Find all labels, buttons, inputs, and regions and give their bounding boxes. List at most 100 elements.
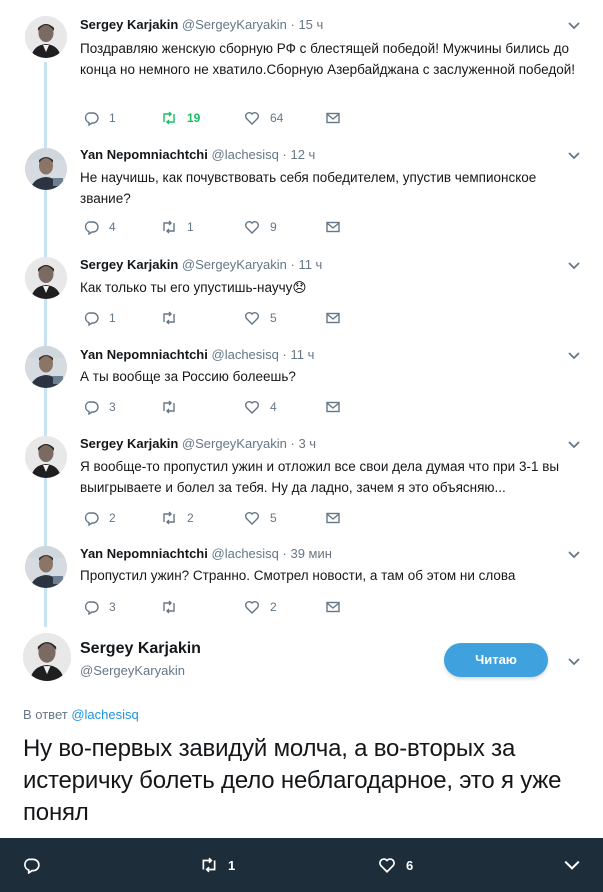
- avatar[interactable]: [25, 257, 67, 299]
- author-name[interactable]: Sergey Karjakin: [80, 257, 178, 272]
- reply-button[interactable]: [22, 838, 50, 892]
- author-name[interactable]: Sergey Karjakin: [80, 17, 178, 32]
- reply-icon: [84, 601, 99, 615]
- tweet-text: Поздравляю женскую сборную РФ с блестяще…: [80, 41, 576, 77]
- retweet-button[interactable]: 1: [200, 838, 235, 892]
- author-handle[interactable]: @lachesisq: [212, 147, 279, 162]
- retweet-icon: [163, 511, 175, 525]
- retweet-button[interactable]: [161, 310, 187, 326]
- envelope-icon: [326, 112, 340, 124]
- avatar[interactable]: [25, 16, 67, 58]
- dm-button[interactable]: [325, 399, 351, 415]
- author-handle[interactable]: @lachesisq: [212, 347, 279, 362]
- main-tweet-text: Ну во-первых завидуй молча, а во-вторых …: [23, 735, 562, 826]
- author-name[interactable]: Yan Nepomniachtchi: [80, 147, 208, 162]
- like-button[interactable]: 5: [244, 310, 277, 326]
- dm-button[interactable]: [325, 510, 351, 526]
- main-author-name[interactable]: Sergey Karjakin: [80, 640, 201, 658]
- author-name[interactable]: Yan Nepomniachtchi: [80, 347, 208, 362]
- like-button[interactable]: 2: [244, 599, 277, 615]
- reply-button[interactable]: 3: [83, 599, 116, 615]
- retweet-icon: [163, 220, 175, 234]
- avatar[interactable]: [25, 148, 67, 190]
- like-button[interactable]: 5: [244, 510, 277, 526]
- tweet-text: Я вообще-то пропустил ужин и отложил все…: [80, 459, 560, 495]
- tweet-time[interactable]: 3 ч: [298, 436, 316, 451]
- tweet[interactable]: Sergey Karjakin @SergeyKaryakin · 15 ч П…: [0, 0, 603, 142]
- reply-button[interactable]: 1: [83, 310, 116, 326]
- reply-count: 2: [109, 511, 116, 525]
- retweet-count: 2: [187, 511, 194, 525]
- reply-button[interactable]: 2: [83, 510, 116, 526]
- tweet-text: Не научишь, как почувствовать себя побед…: [80, 170, 537, 206]
- author-handle[interactable]: @lachesisq: [212, 546, 279, 561]
- reply-prefix: В ответ: [23, 707, 68, 722]
- dm-button[interactable]: [325, 110, 351, 126]
- tweet-header: Sergey Karjakin @SergeyKaryakin · 3 ч: [80, 436, 316, 451]
- tweet-text: А ты вообще за Россию болеешь?: [80, 369, 296, 384]
- reply-to-link[interactable]: @lachesisq: [71, 707, 138, 722]
- reply-icon: [84, 401, 99, 415]
- author-handle[interactable]: @SergeyKaryakin: [182, 17, 287, 32]
- retweet-icon: [163, 311, 175, 325]
- tweet-time[interactable]: 39 мин: [290, 546, 331, 561]
- chevron-down-icon[interactable]: [567, 258, 581, 272]
- tweet-time[interactable]: 12 ч: [290, 147, 315, 162]
- tweet-header: Yan Nepomniachtchi @lachesisq · 39 мин: [80, 546, 332, 561]
- retweet-button[interactable]: [161, 399, 187, 415]
- following-button[interactable]: Читаю: [444, 643, 548, 677]
- like-button[interactable]: 4: [244, 399, 277, 415]
- author-handle[interactable]: @SergeyKaryakin: [182, 436, 287, 451]
- heart-icon: [245, 401, 259, 414]
- author-name[interactable]: Sergey Karjakin: [80, 436, 178, 451]
- tweet-header: Sergey Karjakin @SergeyKaryakin · 11 ч: [80, 257, 322, 272]
- chevron-down-icon[interactable]: [567, 654, 581, 668]
- dm-button[interactable]: [325, 219, 351, 235]
- more-button[interactable]: [563, 838, 591, 892]
- author-name[interactable]: Yan Nepomniachtchi: [80, 546, 208, 561]
- author-handle[interactable]: @SergeyKaryakin: [182, 257, 287, 272]
- avatar[interactable]: [23, 633, 71, 681]
- reply-button[interactable]: 1: [83, 110, 116, 126]
- main-author-handle[interactable]: @SergeyKaryakin: [80, 663, 185, 678]
- chevron-down-icon[interactable]: [567, 148, 581, 162]
- chevron-down-icon[interactable]: [567, 547, 581, 561]
- reply-icon: [84, 221, 99, 235]
- reply-count: 1: [109, 111, 116, 125]
- tweet-time[interactable]: 15 ч: [298, 17, 323, 32]
- dm-button[interactable]: [325, 310, 351, 326]
- reply-count: 3: [109, 600, 116, 614]
- retweet-button[interactable]: 1: [161, 219, 194, 235]
- envelope-icon: [326, 512, 340, 524]
- heart-icon: [245, 601, 259, 614]
- retweet-button[interactable]: 19: [161, 110, 200, 126]
- reply-context: В ответ @lachesisq: [23, 707, 139, 722]
- avatar[interactable]: [25, 546, 67, 588]
- like-count: 5: [270, 311, 277, 325]
- reply-icon: [84, 312, 99, 326]
- heart-icon: [245, 112, 259, 125]
- tweet-time[interactable]: 11 ч: [290, 347, 314, 362]
- retweet-icon: [163, 111, 175, 125]
- like-button[interactable]: 6: [378, 838, 413, 892]
- tweet-time[interactable]: 11 ч: [298, 257, 322, 272]
- like-button[interactable]: 64: [244, 110, 283, 126]
- retweet-icon: [163, 400, 175, 414]
- reply-button[interactable]: 4: [83, 219, 116, 235]
- like-count: 5: [270, 511, 277, 525]
- retweet-count: 1: [187, 220, 194, 234]
- retweet-button[interactable]: 2: [161, 510, 194, 526]
- chevron-down-icon[interactable]: [567, 437, 581, 451]
- like-button[interactable]: 9: [244, 219, 277, 235]
- heart-icon: [245, 512, 259, 525]
- reply-count: 1: [109, 311, 116, 325]
- chevron-down-icon[interactable]: [567, 348, 581, 362]
- tweet-header: Yan Nepomniachtchi @lachesisq · 11 ч: [80, 347, 314, 362]
- reply-icon: [24, 858, 40, 874]
- retweet-button[interactable]: [161, 599, 187, 615]
- chevron-down-icon[interactable]: [567, 18, 581, 32]
- avatar[interactable]: [25, 436, 67, 478]
- dm-button[interactable]: [325, 599, 351, 615]
- reply-button[interactable]: 3: [83, 399, 116, 415]
- avatar[interactable]: [25, 346, 67, 388]
